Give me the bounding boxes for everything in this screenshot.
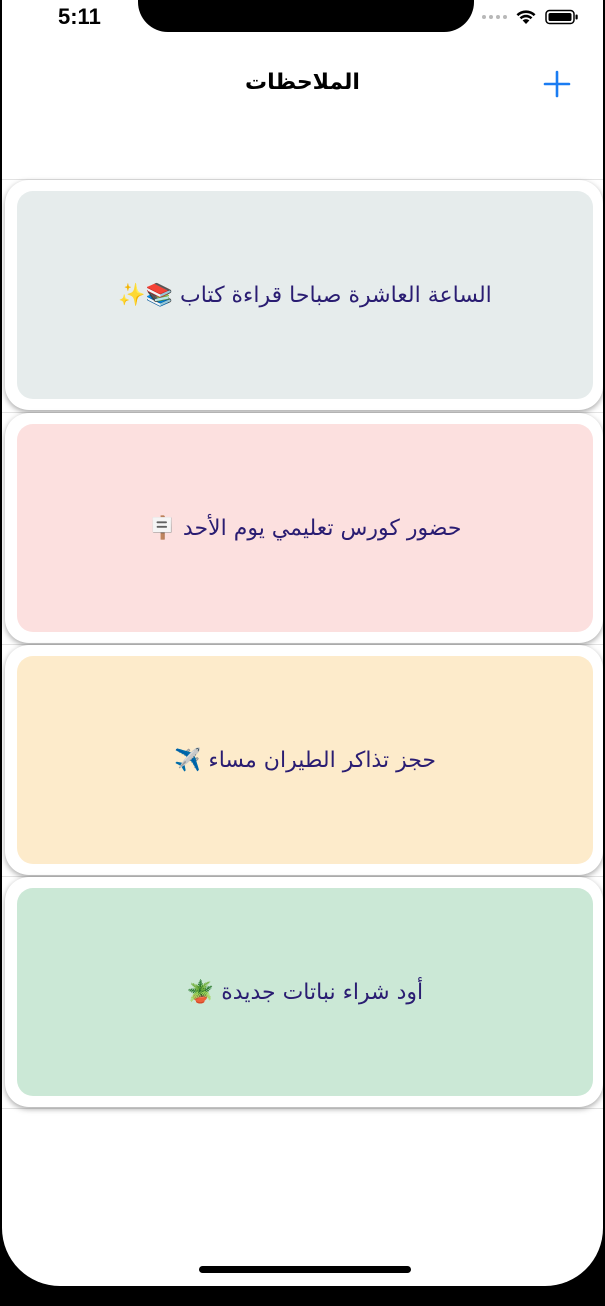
note-card[interactable]: حجز تذاكر الطيران مساء ✈️: [5, 645, 603, 875]
note-card-body: أود شراء نباتات جديدة 🪴: [17, 888, 593, 1096]
battery-icon: [545, 9, 578, 25]
list-separator: [2, 1108, 603, 1109]
note-card-body: حجز تذاكر الطيران مساء ✈️: [17, 656, 593, 864]
note-card[interactable]: أود شراء نباتات جديدة 🪴: [5, 877, 603, 1107]
page-title: الملاحظات: [245, 70, 360, 95]
plus-icon: [543, 70, 571, 98]
note-text: الساعة العاشرة صباحا قراءة كتاب 📚✨: [118, 282, 492, 308]
note-text: حضور كورس تعليمي يوم الأحد 🪧: [148, 515, 462, 541]
home-indicator[interactable]: [199, 1266, 411, 1273]
status-time: 5:11: [58, 4, 101, 29]
status-icons: [482, 9, 579, 25]
device-frame: 5:11 الملاحظات الساعة العاشرة صباحا قراء…: [0, 0, 605, 1306]
screen: 5:11 الملاحظات الساعة العاشرة صباحا قراء…: [2, 0, 603, 1286]
notch: [138, 0, 474, 32]
add-note-button[interactable]: [543, 70, 571, 98]
note-text: أود شراء نباتات جديدة 🪴: [186, 979, 424, 1005]
cellular-signal-icon: [482, 15, 507, 19]
note-card[interactable]: حضور كورس تعليمي يوم الأحد 🪧: [5, 413, 603, 643]
note-card-body: الساعة العاشرة صباحا قراءة كتاب 📚✨: [17, 191, 593, 399]
note-text: حجز تذاكر الطيران مساء ✈️: [173, 747, 437, 773]
note-card[interactable]: الساعة العاشرة صباحا قراءة كتاب 📚✨: [5, 180, 603, 410]
wifi-icon: [516, 10, 536, 24]
note-card-body: حضور كورس تعليمي يوم الأحد 🪧: [17, 424, 593, 632]
